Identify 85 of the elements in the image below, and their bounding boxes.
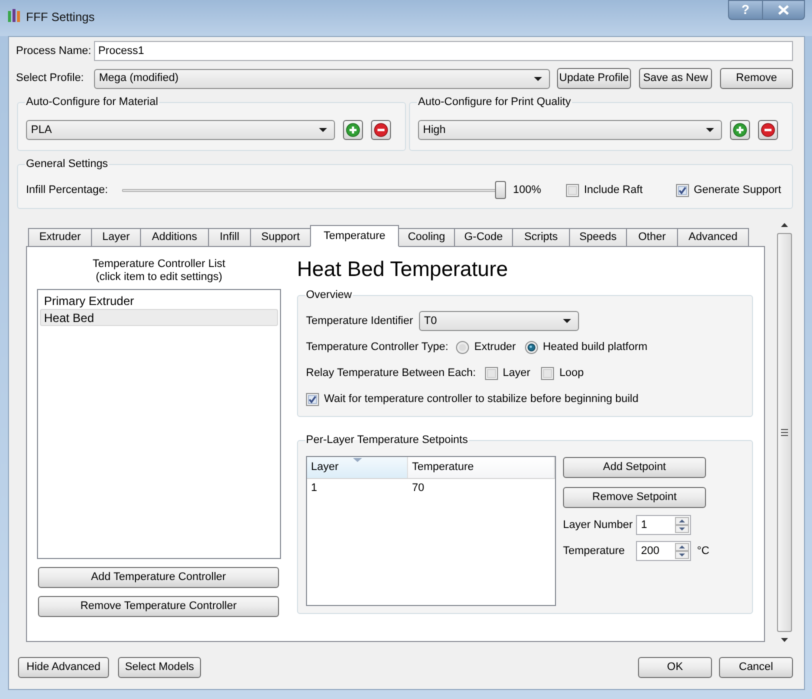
tab[interactable]: Cooling <box>398 228 455 246</box>
slider-value: 100% <box>513 182 542 198</box>
field-label: Select Profile: <box>16 71 85 86</box>
spin-box[interactable]: 200 <box>636 541 691 561</box>
field-label: Layer Number <box>563 518 634 533</box>
checkbox[interactable]: Generate Support <box>676 182 782 198</box>
tab[interactable]: Infill <box>208 228 251 246</box>
close-button[interactable] <box>763 0 805 20</box>
add-button[interactable] <box>343 120 363 140</box>
scroll-up-arrow-icon <box>780 223 788 227</box>
tab[interactable]: Scripts <box>512 228 570 246</box>
plus-icon <box>346 123 360 137</box>
column-header[interactable]: Temperature <box>408 457 555 478</box>
tab[interactable]: Advanced <box>677 228 749 246</box>
dropdown[interactable]: PLA <box>26 120 335 140</box>
caret-icon <box>319 128 327 132</box>
app-icon <box>8 9 20 22</box>
tab[interactable]: Other <box>626 228 678 246</box>
window-title: FFF Settings <box>26 9 95 26</box>
sort-indicator-icon <box>353 458 362 462</box>
close-icon <box>778 5 789 15</box>
list-caption: Temperature Controller List <box>92 258 226 271</box>
dropdown[interactable]: Mega (modified) <box>94 68 550 88</box>
section-heading: Heat Bed Temperature <box>297 258 509 282</box>
tab[interactable]: Layer <box>91 228 141 246</box>
minus-icon <box>761 123 775 137</box>
profile-action-button[interactable]: Remove <box>720 68 793 89</box>
slider-thumb[interactable] <box>495 181 506 199</box>
caret-icon <box>706 128 714 132</box>
table-cell-text: 70 <box>411 480 426 496</box>
checkbox[interactable]: Wait for temperature controller to stabilize before beginning build <box>306 390 638 408</box>
list-hint: (click item to edit settings) <box>94 271 224 284</box>
plus-icon <box>733 123 747 137</box>
field-label: Process Name: <box>16 44 92 59</box>
tab[interactable]: Support <box>250 228 311 246</box>
group-title: Auto-Configure for Material <box>25 95 160 109</box>
unit-label: °C <box>697 544 710 559</box>
footer-button[interactable]: Select Models <box>118 657 201 678</box>
slider-track[interactable] <box>122 181 506 199</box>
setpoint-button[interactable]: Add Setpoint <box>563 457 706 478</box>
group-title: Auto-Configure for Print Quality <box>417 95 572 109</box>
grip-icon <box>780 429 788 436</box>
field-label: Temperature Controller Type: <box>306 340 448 355</box>
remove-button[interactable] <box>371 120 391 140</box>
tab[interactable]: Speeds <box>569 228 627 246</box>
field-label: Temperature Identifier <box>306 314 413 329</box>
profile-action-button[interactable]: Update Profile <box>557 68 631 89</box>
tab[interactable]: Extruder <box>28 228 92 246</box>
minus-icon <box>374 123 388 137</box>
controller-button[interactable]: Remove Temperature Controller <box>38 596 279 617</box>
spin-box[interactable]: 1 <box>636 515 691 535</box>
footer-button[interactable]: Hide Advanced <box>18 657 109 678</box>
radio-button[interactable]: Extruder <box>456 338 516 356</box>
tab[interactable]: Temperature <box>310 225 399 247</box>
field-label: Temperature <box>563 544 626 559</box>
field-label: Relay Temperature Between Each: <box>306 366 476 381</box>
list-item[interactable]: Primary Extruder <box>40 292 278 309</box>
tab[interactable]: G-Code <box>454 228 513 246</box>
table-cell-text: 1 <box>310 480 318 496</box>
dropdown[interactable]: T0 <box>419 311 579 331</box>
caret-icon <box>534 76 542 80</box>
scroll-down-arrow-icon <box>780 638 788 642</box>
group-title: Per-Layer Temperature Setpoints <box>305 433 469 447</box>
field-label: Infill Percentage: <box>26 182 109 198</box>
tab[interactable]: Additions <box>140 228 209 246</box>
remove-button[interactable] <box>758 120 778 140</box>
checkbox[interactable]: Include Raft <box>566 182 643 198</box>
setpoint-button[interactable]: Remove Setpoint <box>563 487 706 508</box>
controller-button[interactable]: Add Temperature Controller <box>38 567 279 588</box>
footer-button[interactable]: OK <box>638 657 712 678</box>
checkbox[interactable]: Layer <box>484 364 530 382</box>
text-field[interactable]: Process1 <box>94 41 793 61</box>
profile-action-button[interactable]: Save as New <box>639 68 712 89</box>
group-title: Overview <box>305 288 353 302</box>
checkbox[interactable]: Loop <box>541 364 584 382</box>
group-title: General Settings <box>25 157 109 171</box>
spin-arrows-icon <box>675 543 689 559</box>
add-button[interactable] <box>730 120 750 140</box>
footer-button[interactable]: Cancel <box>719 657 793 678</box>
spin-arrows-icon <box>675 517 689 533</box>
list-item[interactable]: Heat Bed <box>40 309 278 326</box>
caret-icon <box>563 319 571 323</box>
column-header[interactable]: Layer <box>307 457 408 478</box>
dropdown[interactable]: High <box>418 120 722 140</box>
radio-button[interactable]: Heated build platform <box>524 338 648 356</box>
